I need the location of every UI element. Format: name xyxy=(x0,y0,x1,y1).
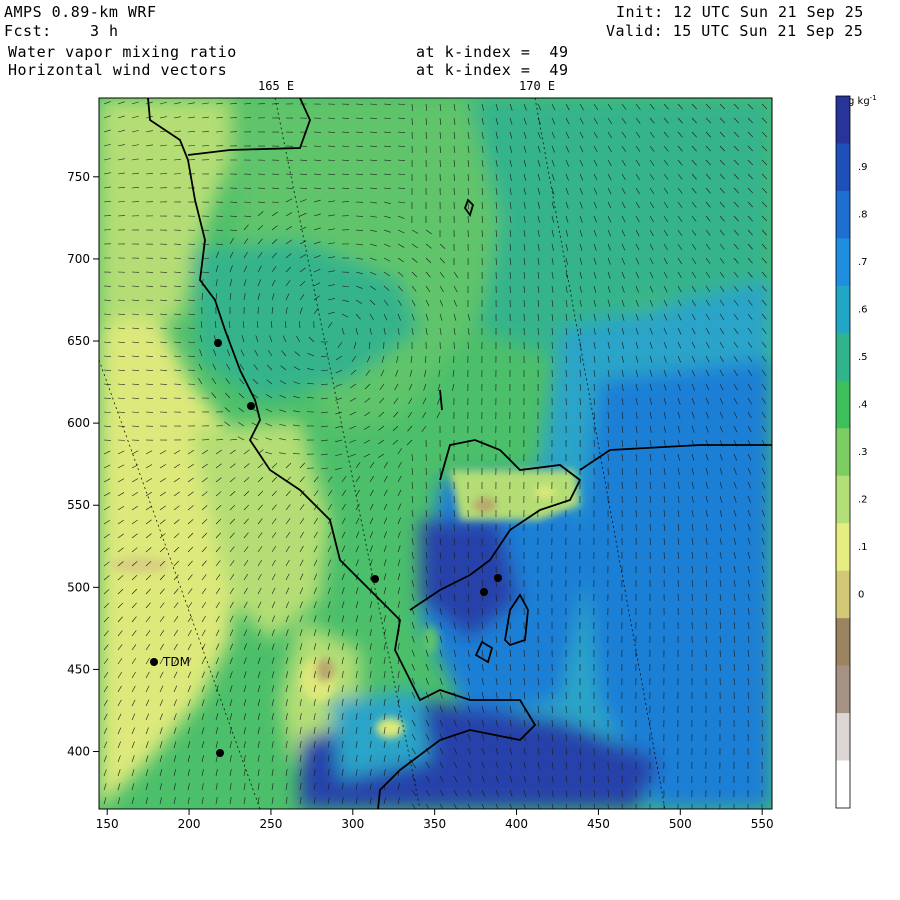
station-3 xyxy=(371,575,379,583)
x-tick-label: 200 xyxy=(178,817,201,831)
x-tick-label: 400 xyxy=(505,817,528,831)
colorbar-label: .5 xyxy=(858,352,868,363)
colorbar-swatch xyxy=(836,238,850,287)
station-5 xyxy=(494,574,502,582)
colorbar-label: .8 xyxy=(858,210,868,221)
dry-spot-6 xyxy=(422,626,438,654)
colorbar-label: .2 xyxy=(858,494,868,505)
colorbar-swatch xyxy=(836,96,850,144)
x-tick-label: 500 xyxy=(669,817,692,831)
dry-spot-4 xyxy=(316,658,334,682)
colorbar-swatch xyxy=(836,428,850,477)
x-tick-label: 450 xyxy=(587,817,610,831)
colorbar-swatch xyxy=(836,333,850,382)
colorbar-swatch xyxy=(836,760,850,809)
colorbar-label: .4 xyxy=(858,400,868,411)
colorbar-label: .6 xyxy=(858,305,868,316)
dry-spot-5 xyxy=(376,718,404,738)
x-tick-label: 150 xyxy=(96,817,119,831)
y-tick-label: 400 xyxy=(67,745,90,759)
colorbar-swatch xyxy=(836,523,850,572)
station-1 xyxy=(214,339,222,347)
y-tick-label: 600 xyxy=(67,416,90,430)
colorbar-label: .9 xyxy=(858,162,868,173)
colorbar-swatch xyxy=(836,190,850,239)
colorbar-label: .3 xyxy=(858,447,868,458)
colorbar-swatch xyxy=(836,570,850,619)
station-tdm xyxy=(150,658,158,666)
colorbar-label: .1 xyxy=(858,542,868,553)
map-figure: TDM 150 200 250 300 350 400 450 500 550 750 700 65… xyxy=(67,94,877,831)
colorbar-swatch xyxy=(836,285,850,334)
y-tick-label: 700 xyxy=(67,252,90,266)
y-tick-label: 500 xyxy=(67,580,90,594)
station-6 xyxy=(216,749,224,757)
colorbar: g kg-1 .9 .8 .7 .6 .5 .4 .3 .2 .1 0 xyxy=(835,94,877,809)
y-tick-label: 550 xyxy=(67,498,90,512)
x-tick-label: 550 xyxy=(751,817,774,831)
x-tick-label: 350 xyxy=(423,817,446,831)
y-tick-label: 450 xyxy=(67,662,90,676)
x-tick-label: 300 xyxy=(341,817,364,831)
colorbar-swatch xyxy=(836,713,850,762)
station-2 xyxy=(247,402,255,410)
moisture-field xyxy=(99,98,772,809)
colorbar-unit: g kg-1 xyxy=(848,94,877,107)
y-tick-label: 750 xyxy=(67,170,90,184)
x-axis: 150 200 250 300 350 400 450 500 550 xyxy=(96,809,774,831)
colorbar-swatch xyxy=(836,380,850,429)
colorbar-swatch xyxy=(836,618,850,667)
station-4 xyxy=(480,588,488,596)
y-axis: 750 700 650 600 550 500 450 400 xyxy=(67,170,99,759)
y-tick-label: 650 xyxy=(67,334,90,348)
colorbar-swatch xyxy=(836,143,850,192)
colorbar-swatch xyxy=(836,475,850,524)
colorbar-label: 0 xyxy=(858,589,864,600)
station-label-tdm: TDM xyxy=(162,655,190,669)
x-tick-label: 250 xyxy=(259,817,282,831)
dry-spot-1 xyxy=(473,497,497,513)
colorbar-swatch xyxy=(836,665,850,714)
colorbar-label: .7 xyxy=(858,257,868,268)
